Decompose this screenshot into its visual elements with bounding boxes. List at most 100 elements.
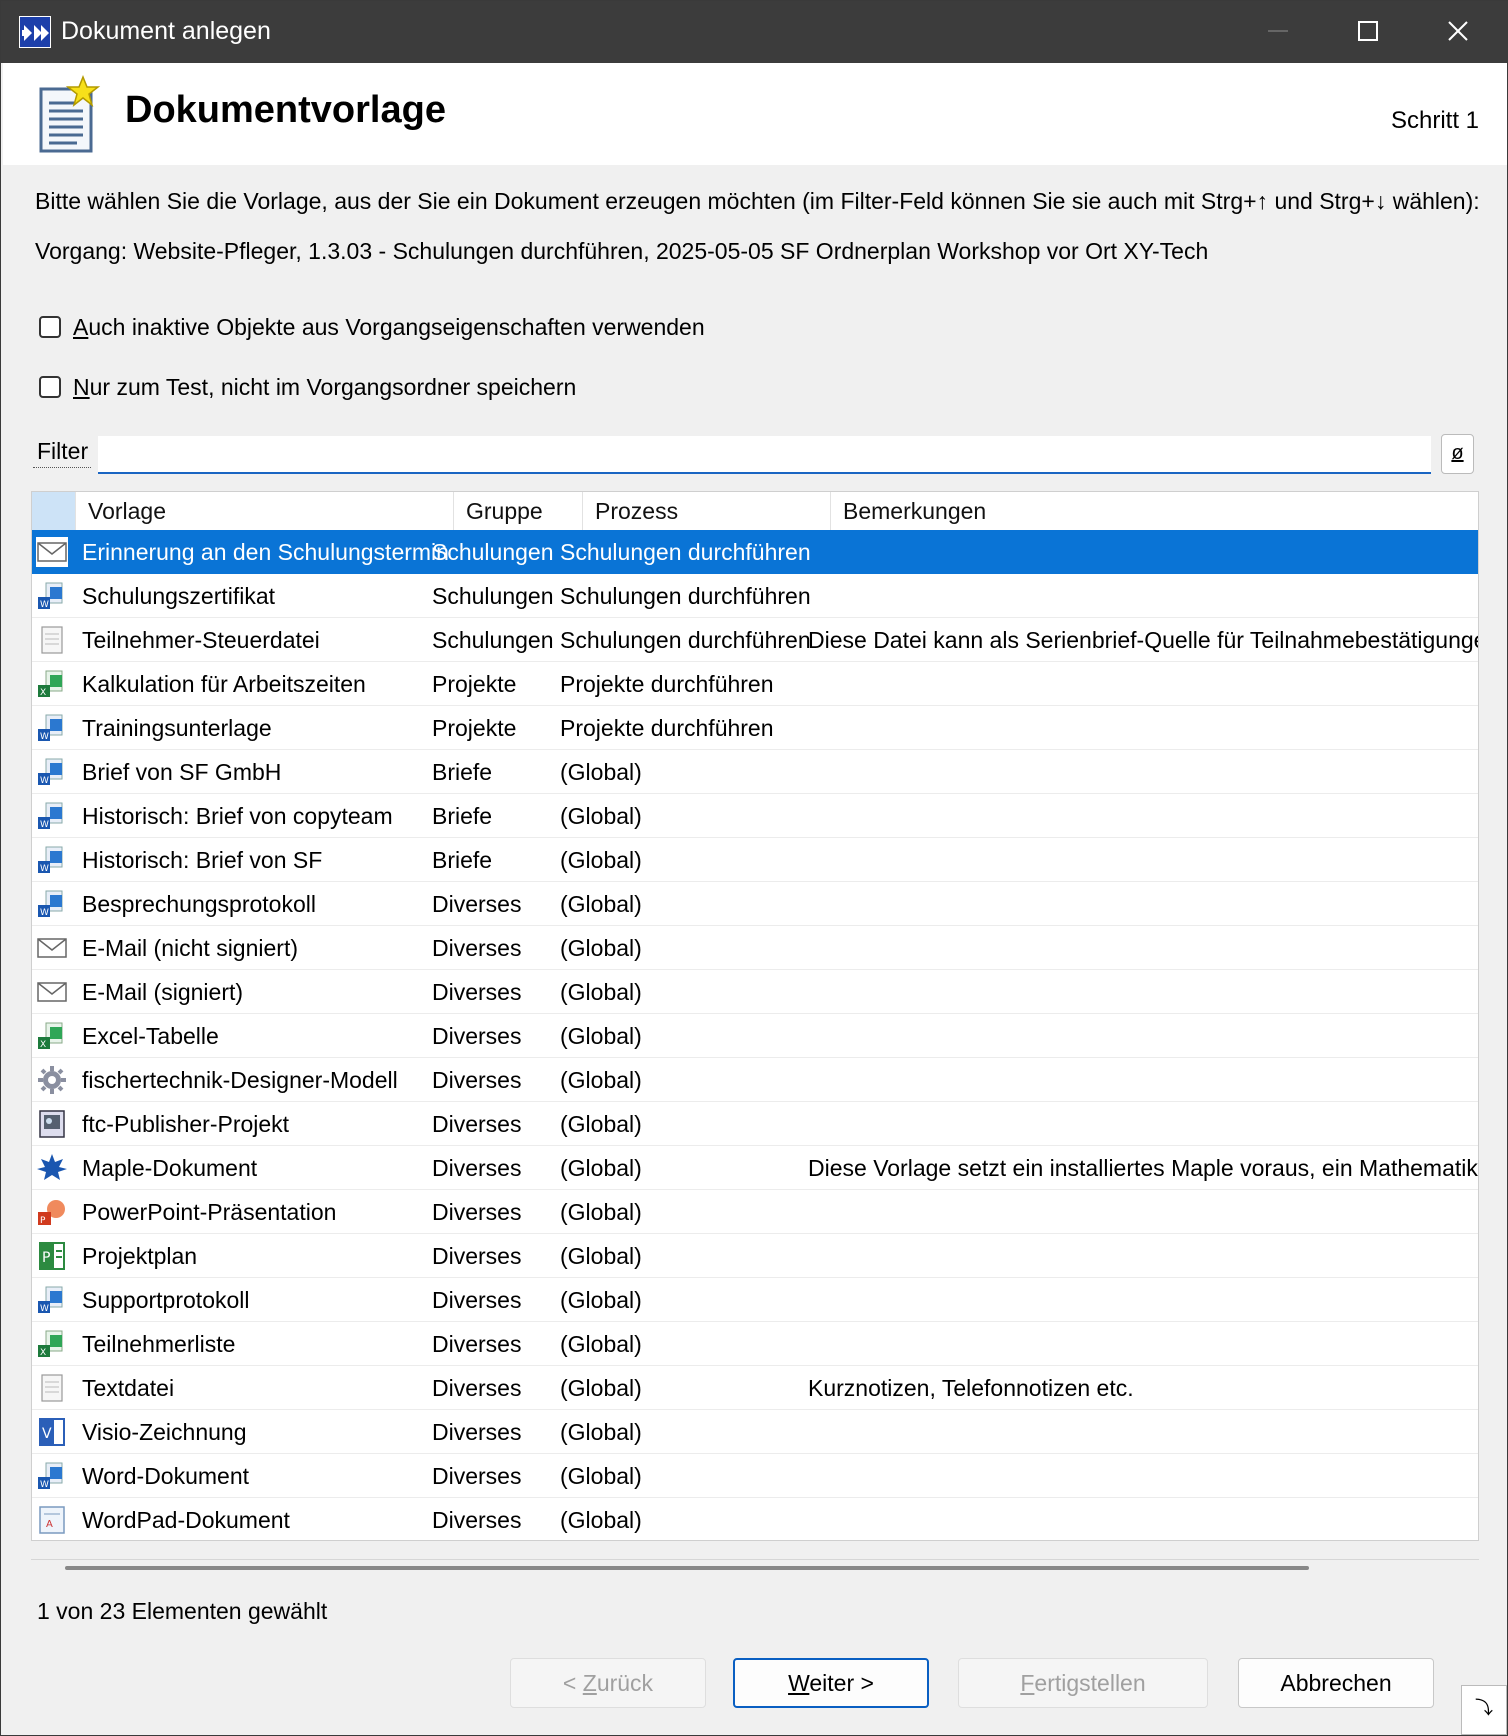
notes-cell [808, 1278, 1478, 1322]
template-name-cell: fischertechnik-Designer-Modell [82, 1067, 398, 1093]
test-only-checkbox[interactable] [39, 376, 61, 398]
table-row[interactable]: W Schulungszertifikat Schulungen Schulungen… [32, 574, 1478, 618]
svg-text:W: W [40, 776, 49, 786]
mail-icon [36, 537, 68, 567]
table-row[interactable]: Erinnerung an den Schulungstermin Schulun… [32, 530, 1478, 574]
notes-cell: Kurznotizen, Telefonnotizen etc. [808, 1375, 1134, 1401]
template-name-cell: ftc-Publisher-Projekt [82, 1111, 290, 1137]
scrollbar-thumb[interactable] [65, 1566, 1309, 1570]
group-cell: Diverses [432, 1463, 522, 1489]
group-cell: Diverses [432, 1155, 522, 1181]
maple-leaf-icon [36, 1153, 68, 1183]
table-row[interactable]: W Historisch: Brief von copyteam Briefe (Gl… [32, 794, 1478, 838]
table-row[interactable]: W Brief von SF GmbH Briefe (Global) [32, 750, 1478, 794]
table-row[interactable]: E-Mail (nicht signiert) Diverses (Global) [32, 926, 1478, 970]
mail-icon [36, 977, 68, 1007]
app-arrows-icon [19, 16, 51, 48]
mail-icon [36, 933, 68, 963]
table-row[interactable]: A WordPad-Dokument Diverses (Global) [32, 1498, 1478, 1540]
table-row[interactable]: X Teilnehmerliste Diverses (Global) [32, 1322, 1478, 1366]
process-cell: (Global) [560, 1507, 642, 1533]
notes-cell [808, 1454, 1478, 1498]
table-row[interactable]: W Besprechungsprotokoll Diverses (Global) [32, 882, 1478, 926]
word-icon: W [36, 713, 68, 743]
next-button[interactable]: Weiter > [733, 1658, 929, 1708]
table-row[interactable]: Textdatei Diverses (Global) Kurznotizen, Te… [32, 1366, 1478, 1410]
table-row[interactable]: X Kalkulation für Arbeitszeiten Projekte Pr… [32, 662, 1478, 706]
select-column-header[interactable] [32, 492, 76, 530]
next-button-key: W [788, 1670, 810, 1696]
process-cell: (Global) [560, 1023, 642, 1049]
table-row[interactable]: P PowerPoint-Präsentation Diverses (Global) [32, 1190, 1478, 1234]
template-name-cell: PowerPoint-Präsentation [82, 1199, 337, 1225]
back-button[interactable]: < Zurück [510, 1658, 706, 1708]
table-row[interactable]: fischertechnik-Designer-Modell Diverses (G… [32, 1058, 1478, 1102]
group-cell: Diverses [432, 891, 522, 917]
table-row[interactable]: V Visio-Zeichnung Diverses (Global) [32, 1410, 1478, 1454]
horizontal-scrollbar[interactable] [31, 1561, 1479, 1575]
group-cell: Schulungen [432, 539, 554, 565]
table-row[interactable]: Maple-Dokument Diverses (Global) Diese Vorl… [32, 1146, 1478, 1190]
process-cell: (Global) [560, 1199, 642, 1225]
group-cell: Briefe [432, 759, 493, 785]
group-cell: Diverses [432, 1331, 522, 1357]
wordpad-icon: A [36, 1505, 68, 1535]
notes-cell [808, 838, 1478, 882]
group-cell: Diverses [432, 1023, 522, 1049]
column-header-bemerkungen[interactable]: Bemerkungen [831, 492, 1478, 530]
minimize-button[interactable] [1233, 1, 1323, 63]
divider [31, 1559, 1479, 1560]
group-cell: Projekte [432, 715, 517, 741]
notes-cell [808, 662, 1478, 706]
notes-cell [808, 1058, 1478, 1102]
dialog-window: Dokument anlegen Dokumentvorlage Schritt… [0, 0, 1508, 1736]
title-bar[interactable]: Dokument anlegen [1, 1, 1508, 63]
svg-text:X: X [40, 1348, 46, 1358]
table-row[interactable]: W Trainingsunterlage Projekte Projekte durc… [32, 706, 1478, 750]
process-cell: (Global) [560, 891, 642, 917]
inactive-objects-label[interactable]: Auch inaktive Objekte aus Vorgangseigens… [73, 314, 705, 341]
table-row[interactable]: Teilnehmer-Steuerdatei Schulungen Schulung… [32, 618, 1479, 662]
column-header-gruppe[interactable]: Gruppe [454, 492, 583, 530]
template-list[interactable]: Vorlage Gruppe Prozess Bemerkungen Erinn… [31, 491, 1479, 1541]
template-name-cell: WordPad-Dokument [82, 1507, 290, 1533]
notes-cell [808, 574, 1478, 618]
process-cell: (Global) [560, 1463, 642, 1489]
notes-cell: Diese Datei kann als Serienbrief-Quelle … [808, 627, 1479, 653]
resize-grip-icon[interactable]: ⤵ [1461, 1685, 1507, 1735]
process-cell: (Global) [560, 1331, 642, 1357]
notes-cell [808, 1190, 1478, 1234]
process-cell: Schulungen durchführen [560, 539, 811, 565]
svg-text:X: X [40, 1040, 46, 1050]
word-icon: W [36, 889, 68, 919]
process-cell: (Global) [560, 1287, 642, 1313]
template-name-cell: Teilnehmerliste [82, 1331, 236, 1357]
table-row[interactable]: ftc-Publisher-Projekt Diverses (Global) [32, 1102, 1478, 1146]
process-cell: (Global) [560, 1111, 642, 1137]
filter-clear-button[interactable]: ø [1441, 434, 1474, 474]
maximize-button[interactable] [1323, 1, 1413, 63]
cancel-button[interactable]: Abbrechen [1238, 1658, 1434, 1708]
finish-button[interactable]: Fertigstellen [958, 1658, 1208, 1708]
test-only-label[interactable]: Nur zum Test, nicht im Vorgangsordner sp… [73, 374, 576, 401]
word-icon: W [36, 581, 68, 611]
table-row[interactable]: W Historisch: Brief von SF Briefe (Global) [32, 838, 1478, 882]
table-row[interactable]: W Word-Dokument Diverses (Global) [32, 1454, 1478, 1498]
notes-cell [808, 1102, 1478, 1146]
group-cell: Diverses [432, 1507, 522, 1533]
column-header-prozess[interactable]: Prozess [583, 492, 831, 530]
svg-text:V: V [42, 1426, 52, 1442]
filter-input[interactable] [98, 436, 1431, 474]
table-row[interactable]: P Projektplan Diverses (Global) [32, 1234, 1478, 1278]
svg-text:W: W [40, 600, 49, 610]
word-icon: W [36, 1461, 68, 1491]
wizard-header: Dokumentvorlage Schritt 1 [3, 63, 1507, 165]
table-row[interactable]: E-Mail (signiert) Diverses (Global) [32, 970, 1478, 1014]
table-row[interactable]: W Supportprotokoll Diverses (Global) [32, 1278, 1478, 1322]
column-header-vorlage[interactable]: Vorlage [76, 492, 454, 530]
inactive-objects-checkbox[interactable] [39, 316, 61, 338]
close-button[interactable] [1413, 1, 1503, 63]
table-header: Vorlage Gruppe Prozess Bemerkungen [32, 492, 1478, 530]
window-title: Dokument anlegen [61, 17, 271, 45]
table-row[interactable]: X Excel-Tabelle Diverses (Global) [32, 1014, 1478, 1058]
